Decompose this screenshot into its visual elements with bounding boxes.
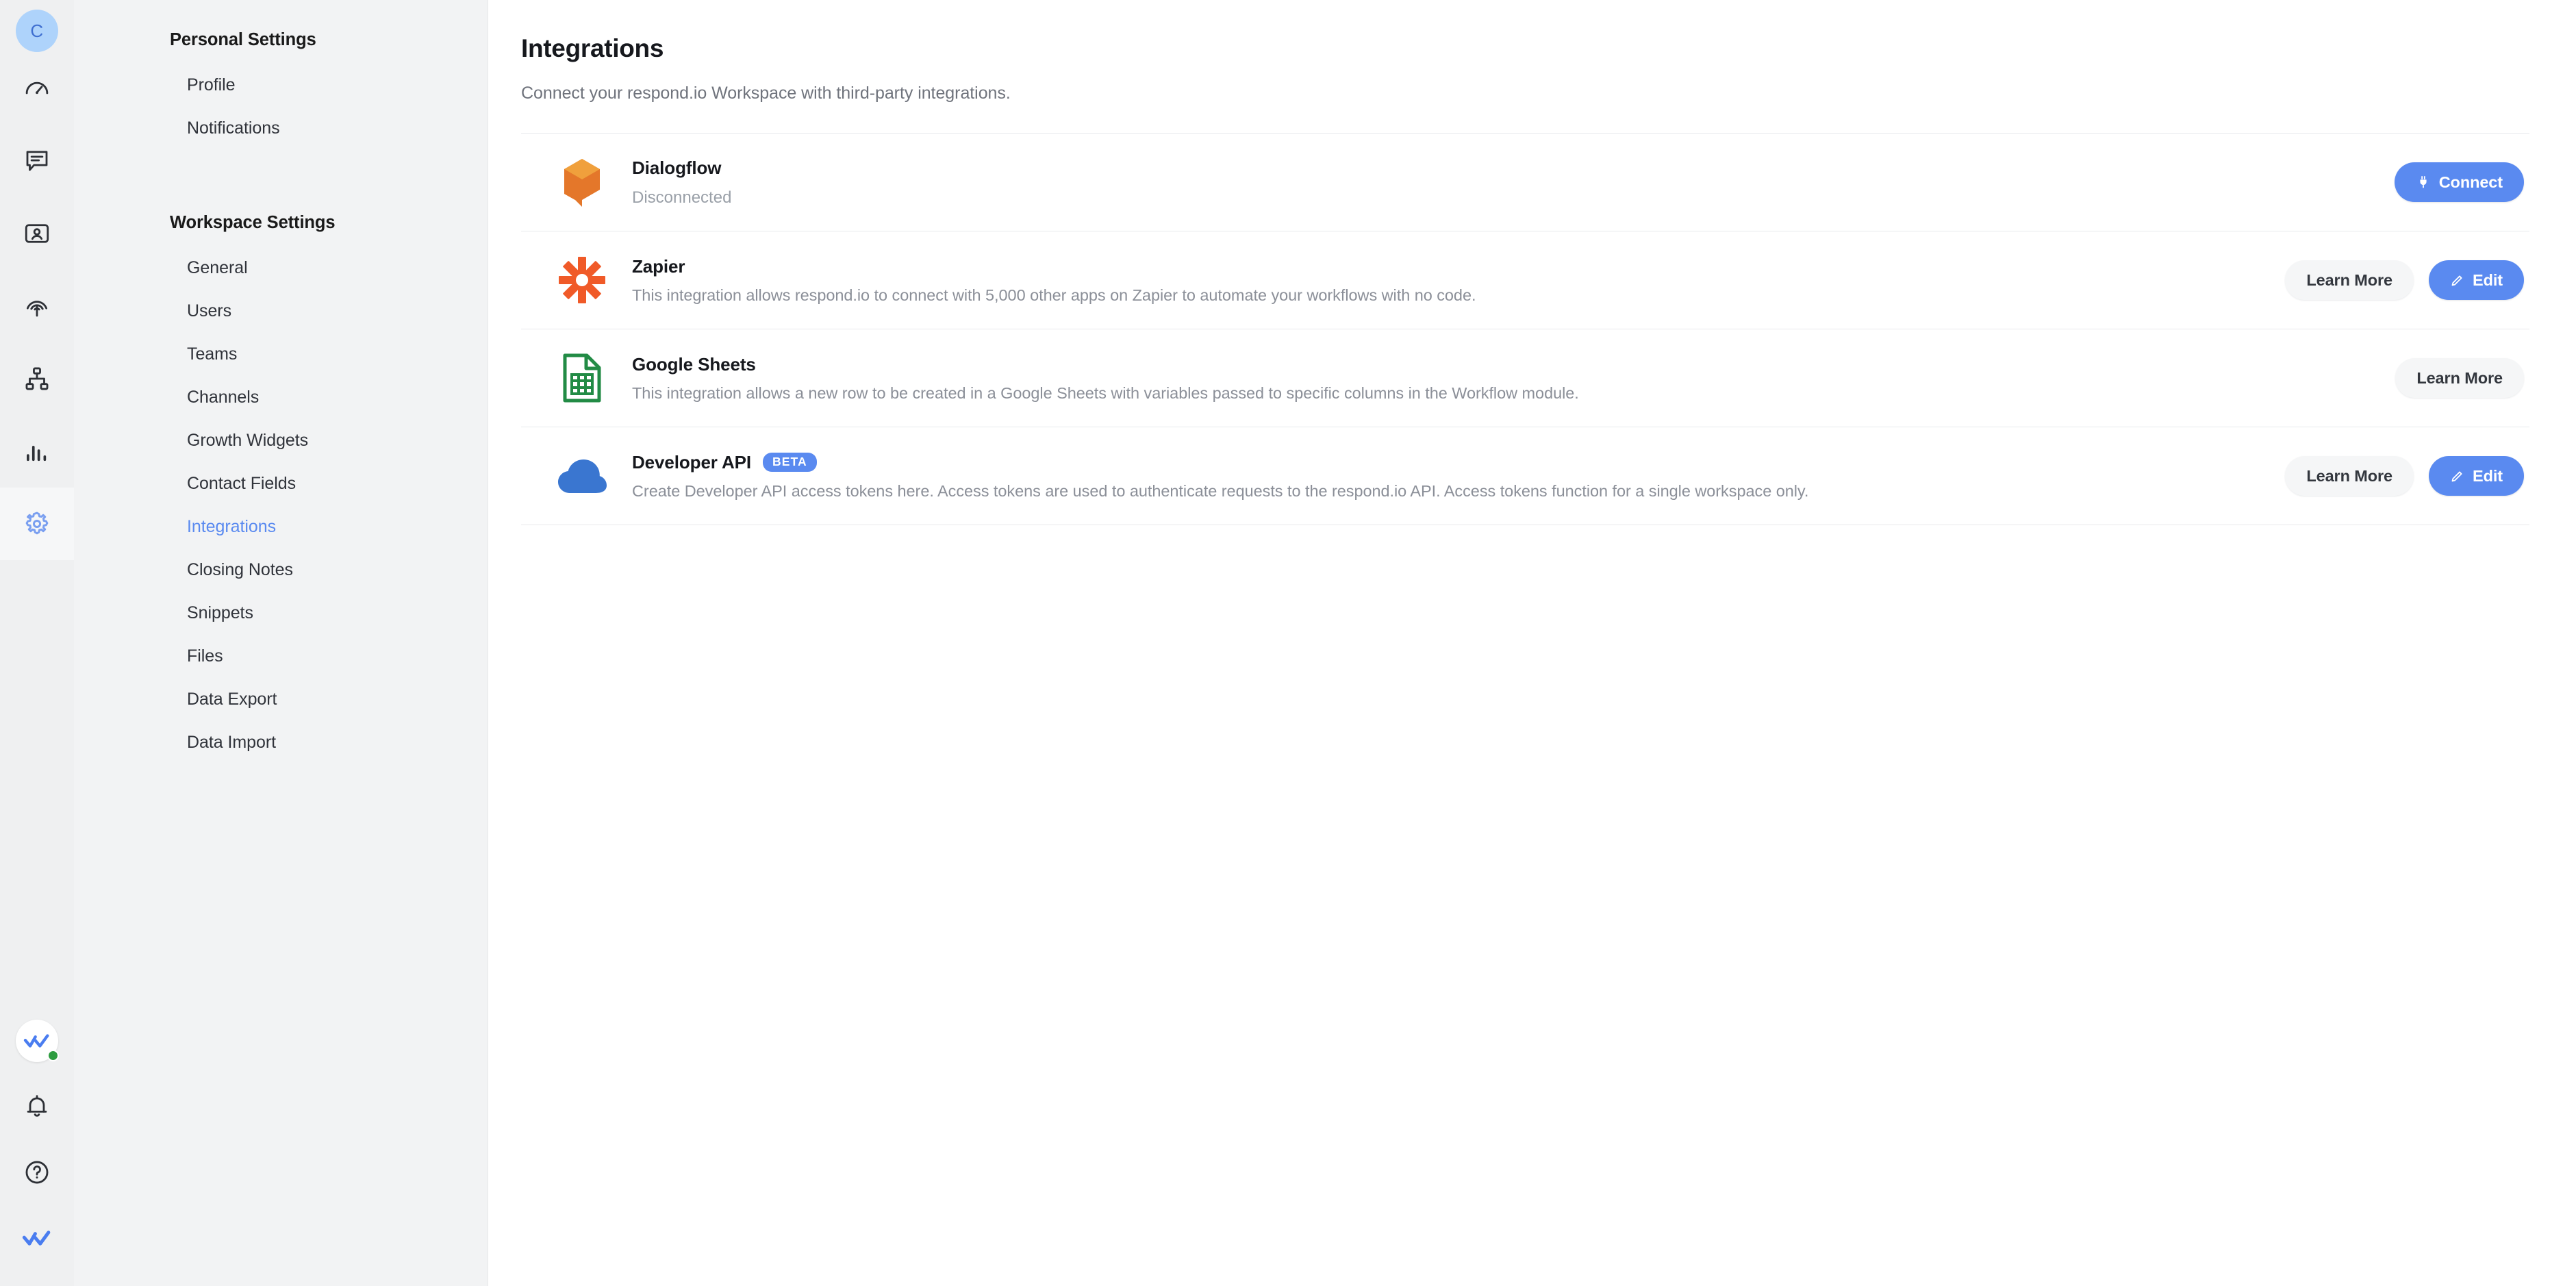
edit-button-label: Edit [2473,466,2503,485]
rail-item-respondio-mark[interactable] [0,1205,74,1271]
integration-body: Developer API BETA Create Developer API … [632,452,2258,501]
sidebar-item-snippets[interactable]: Snippets [74,592,488,635]
online-status-dot [47,1050,59,1061]
learn-more-button[interactable]: Learn More [2395,358,2524,398]
edit-button[interactable]: Edit [2429,456,2524,496]
broadcasts-icon [23,292,51,320]
integration-title-line: Dialogflow [632,157,2367,179]
main-inner: Integrations Connect your respond.io Wor… [488,0,2529,525]
plug-icon [2416,175,2431,190]
integration-actions: Learn More Edit [2285,260,2524,300]
rail-item-dashboard[interactable] [0,52,74,125]
integration-row-developer-api: Developer API BETA Create Developer API … [521,427,2529,525]
connect-button-label: Connect [2438,173,2503,191]
learn-more-button-label: Learn More [2306,466,2393,485]
contacts-icon [23,219,51,248]
sidebar-item-files[interactable]: Files [74,635,488,678]
bell-icon [23,1092,51,1121]
primary-nav-rail: C [0,0,74,1286]
integration-name: Dialogflow [632,157,722,178]
settings-sidebar: Personal Settings Profile Notifications … [74,0,488,1286]
rail-item-workflows[interactable] [0,342,74,415]
nav-group-personal-title: Personal Settings [170,30,316,49]
integration-actions: Learn More [2395,358,2524,398]
rail-item-contacts[interactable] [0,197,74,270]
integration-title-line: Google Sheets [632,354,2368,375]
sidebar-item-users[interactable]: Users [74,290,488,333]
integration-description: This integration allows respond.io to co… [632,286,1476,304]
rail-item-notifications[interactable] [0,1074,74,1139]
connect-button[interactable]: Connect [2394,162,2524,202]
messages-icon [23,147,51,175]
sidebar-item-profile[interactable]: Profile [74,64,488,107]
respondio-mark-icon [22,1223,52,1253]
page-title: Integrations [521,34,664,62]
rail-item-broadcasts[interactable] [0,270,74,342]
integration-title-line: Zapier [632,256,2258,277]
zapier-logo-icon [551,249,613,311]
rail-item-settings[interactable] [0,488,74,560]
rail-item-help[interactable] [0,1139,74,1205]
sidebar-item-contact-fields[interactable]: Contact Fields [74,462,488,505]
pencil-icon [2450,273,2464,288]
pencil-icon [2450,469,2464,483]
integration-row-zapier: Zapier This integration allows respond.i… [521,231,2529,329]
sidebar-item-integrations[interactable]: Integrations [74,505,488,549]
integration-body: Dialogflow Disconnected [632,157,2367,207]
dialogflow-logo-icon [551,151,613,213]
integration-status: Disconnected [632,188,732,207]
learn-more-button[interactable]: Learn More [2285,456,2414,496]
integration-title-line: Developer API BETA [632,452,2258,473]
rail-top-group: C [0,0,74,560]
reports-icon [23,437,51,466]
learn-more-button-label: Learn More [2416,368,2503,387]
integration-actions: Learn More Edit [2285,456,2524,496]
integration-body: Zapier This integration allows respond.i… [632,256,2258,305]
dashboard-icon [23,74,51,103]
sidebar-item-teams[interactable]: Teams [74,333,488,376]
sidebar-item-data-export[interactable]: Data Export [74,678,488,721]
app-root: C Personal Settings Profile Notification… [0,0,2576,1286]
nav-group-workspace-title: Workspace Settings [170,213,336,232]
integration-description: This integration allows a new row to be … [632,383,1579,402]
sidebar-item-growth-widgets[interactable]: Growth Widgets [74,419,488,462]
edit-button-label: Edit [2473,270,2503,289]
sidebar-item-data-import[interactable]: Data Import [74,721,488,764]
beta-badge: BETA [763,452,817,472]
integration-name: Google Sheets [632,353,756,375]
respondio-logo-icon [16,1020,59,1062]
help-icon [23,1158,51,1187]
integration-name: Developer API [632,451,752,472]
edit-button[interactable]: Edit [2429,260,2524,300]
avatar[interactable]: C [16,10,58,52]
page-subtitle: Connect your respond.io Workspace with t… [521,84,1011,103]
sidebar-item-closing-notes[interactable]: Closing Notes [74,549,488,592]
integration-actions: Connect [2394,162,2524,202]
integration-row-dialogflow: Dialogflow Disconnected Connect [521,134,2529,231]
sidebar-item-channels[interactable]: Channels [74,376,488,419]
rail-item-messages[interactable] [0,125,74,197]
integration-body: Google Sheets This integration allows a … [632,354,2368,403]
sidebar-item-general[interactable]: General [74,247,488,290]
workflows-icon [23,364,51,393]
cloud-logo-icon [551,445,613,507]
integration-description: Create Developer API access tokens here.… [632,481,1809,500]
integration-row-google-sheets: Google Sheets This integration allows a … [521,329,2529,427]
rail-item-reports[interactable] [0,415,74,488]
main-content: Integrations Connect your respond.io Wor… [488,0,2576,1286]
learn-more-button-label: Learn More [2306,270,2393,289]
learn-more-button[interactable]: Learn More [2285,260,2414,300]
sidebar-item-notifications[interactable]: Notifications [74,107,488,150]
rail-bottom-group [0,1008,74,1286]
integration-name: Zapier [632,255,685,277]
settings-gear-icon [23,509,51,538]
rail-item-workspace-logo[interactable] [0,1008,74,1074]
google-sheets-logo-icon [551,347,613,409]
